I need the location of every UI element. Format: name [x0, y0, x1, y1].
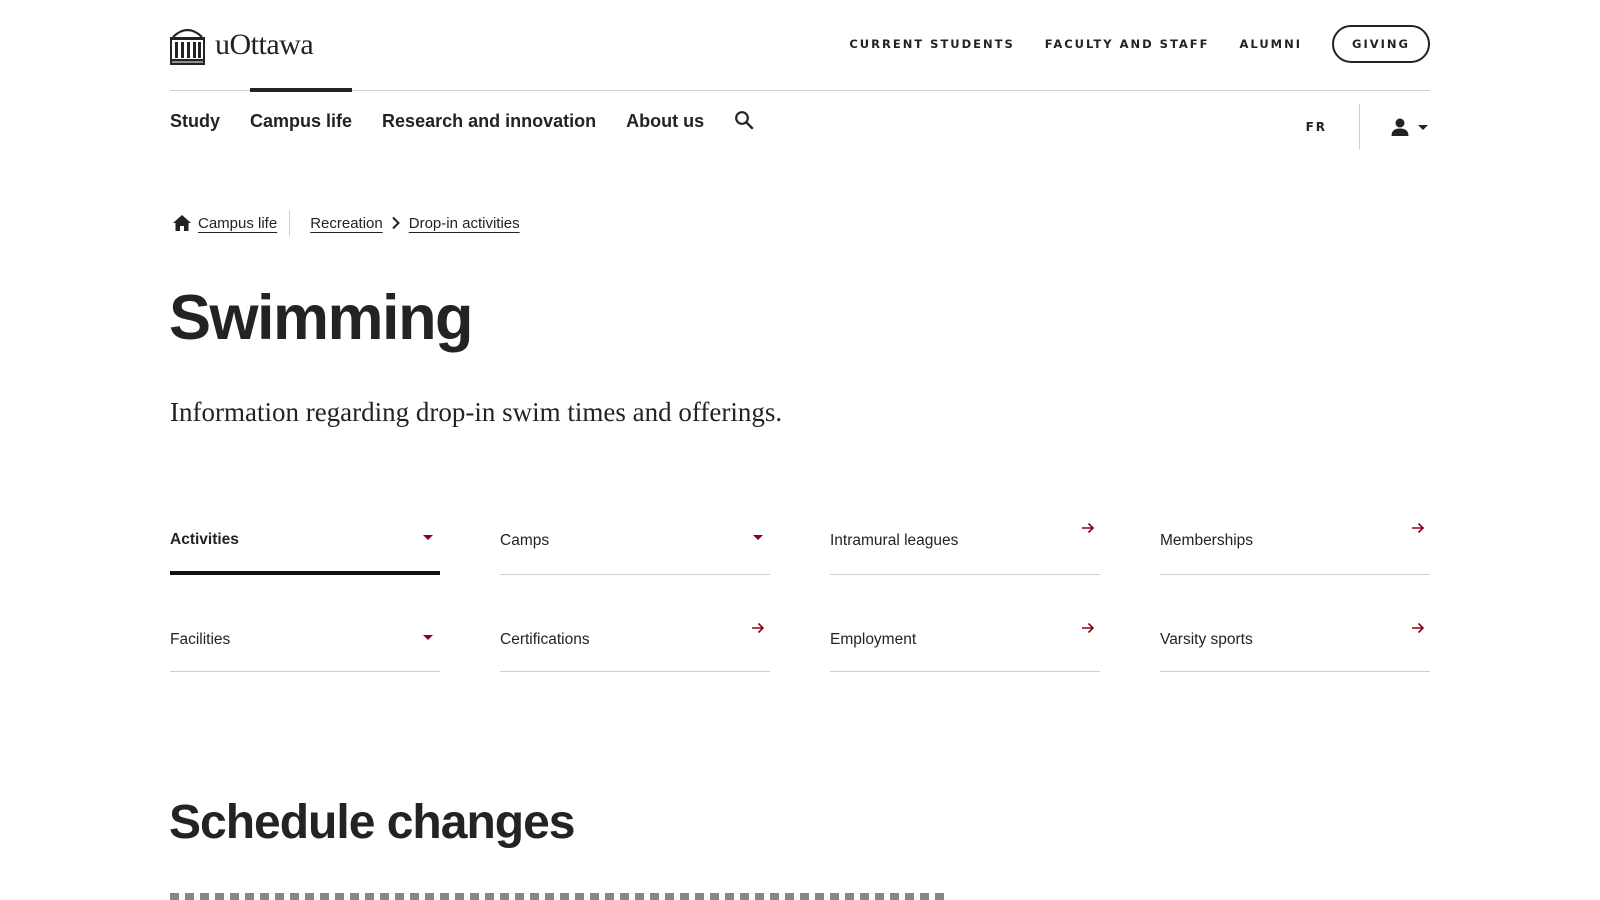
tile-label: Intramural leagues	[830, 532, 959, 549]
link-faculty-and-staff[interactable]: FACULTY AND STAFF	[1045, 37, 1210, 51]
page-title: Swimming	[169, 283, 474, 353]
logo-wordmark: uOttawa	[215, 28, 314, 61]
tile-varsity-sports[interactable]: Varsity sports	[1160, 600, 1430, 672]
tile-label: Facilities	[170, 630, 231, 648]
user-icon	[1391, 118, 1409, 136]
breadcrumb: Campus life Recreation Drop-in activitie…	[172, 210, 520, 236]
tile-label: Memberships	[1160, 532, 1254, 549]
tile-label: Varsity sports	[1160, 630, 1253, 648]
breadcrumb-drop-in-activities[interactable]: Drop-in activities	[409, 215, 520, 232]
tile-facilities[interactable]: Facilities	[170, 600, 440, 672]
home-icon	[173, 215, 191, 231]
link-current-students[interactable]: CURRENT STUDENTS	[849, 37, 1014, 51]
tile-activities[interactable]: Activities	[170, 500, 440, 575]
nav-about-us[interactable]: About us	[626, 90, 704, 132]
search-button[interactable]	[734, 90, 754, 135]
nav-research-and-innovation[interactable]: Research and innovation	[382, 90, 596, 132]
main-nav: Study Campus life Research and innovatio…	[170, 88, 784, 135]
breadcrumb-recreation[interactable]: Recreation	[310, 215, 383, 232]
tile-label: Activities	[170, 530, 239, 548]
language-toggle[interactable]: FR	[1306, 120, 1359, 134]
chevron-right-icon	[391, 216, 401, 230]
tile-certifications[interactable]: Certifications	[500, 600, 770, 672]
utility-nav: CURRENT STUDENTS FACULTY AND STAFF ALUMN…	[819, 25, 1430, 63]
nav-campus-life[interactable]: Campus life	[250, 88, 353, 132]
tile-employment[interactable]: Employment	[830, 600, 1100, 672]
arrow-right-icon	[1082, 522, 1095, 534]
link-alumni[interactable]: ALUMNI	[1240, 37, 1303, 51]
giving-button[interactable]: GIVING	[1332, 25, 1430, 63]
nav-divider	[1359, 104, 1360, 150]
breadcrumb-divider	[289, 210, 291, 236]
section-heading: Schedule changes	[169, 796, 575, 849]
caret-down-icon	[423, 635, 433, 640]
building-icon	[170, 28, 205, 65]
tile-memberships[interactable]: Memberships	[1160, 500, 1430, 575]
nav-utilities: FR	[1306, 104, 1430, 150]
arrow-right-icon	[1412, 522, 1425, 534]
account-menu-button[interactable]	[1390, 117, 1430, 137]
tile-label: Camps	[500, 532, 550, 549]
tile-label: Certifications	[500, 630, 590, 648]
arrow-right-icon	[752, 622, 765, 634]
nav-study[interactable]: Study	[170, 90, 220, 132]
uottawa-logo[interactable]: uOttawa	[170, 25, 314, 65]
page: uOttawa CURRENT STUDENTS FACULTY AND STA…	[0, 0, 1600, 900]
caret-down-icon	[423, 535, 433, 540]
breadcrumb-campus-life[interactable]: Campus life	[198, 215, 277, 232]
tile-camps[interactable]: Camps	[500, 500, 770, 575]
arrow-right-icon	[1412, 622, 1425, 634]
section-nav-tiles: Activities Camps Intramural leagues Memb…	[170, 500, 1430, 697]
tile-label: Employment	[830, 630, 917, 648]
tile-intramural-leagues[interactable]: Intramural leagues	[830, 500, 1100, 575]
arrow-right-icon	[1082, 622, 1095, 634]
page-lede: Information regarding drop-in swim times…	[170, 397, 783, 427]
caret-down-icon	[1418, 125, 1428, 130]
search-icon	[735, 111, 754, 130]
caret-down-icon	[753, 535, 763, 540]
clipped-text-line	[170, 893, 950, 900]
